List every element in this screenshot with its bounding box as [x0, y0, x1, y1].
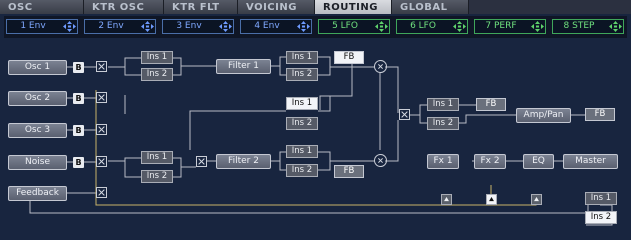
b-button-osc2[interactable]: B — [73, 93, 84, 104]
mute-x-icon[interactable] — [96, 124, 107, 135]
b-button-noise[interactable]: B — [73, 157, 84, 168]
insert-arrow-icon[interactable] — [531, 194, 542, 205]
mute-x-icon[interactable] — [399, 109, 410, 120]
source-osc-2[interactable]: Osc 2 — [8, 91, 67, 106]
source-osc-3[interactable]: Osc 3 — [8, 123, 67, 138]
insert-slot-ins2[interactable]: Ins 2 — [286, 164, 318, 177]
insert-slot-ins2[interactable]: Ins 2 — [286, 117, 318, 130]
filter-1[interactable]: Filter 1 — [216, 59, 271, 74]
insert-slot-ins2[interactable]: Ins 2 — [286, 68, 318, 81]
mute-x-icon[interactable] — [96, 61, 107, 72]
mute-x-icon[interactable] — [196, 156, 207, 167]
amp-pan[interactable]: Amp/Pan — [516, 108, 571, 123]
feedback-button[interactable]: FB — [585, 108, 615, 121]
source-feedback[interactable]: Feedback — [8, 186, 67, 201]
insert-slot-ins2[interactable]: Ins 2 — [427, 117, 459, 130]
feedback-button[interactable]: FB — [334, 51, 364, 64]
feedback-button[interactable]: FB — [334, 165, 364, 178]
fx-1[interactable]: Fx 1 — [427, 154, 459, 169]
mute-x-icon[interactable] — [96, 156, 107, 167]
source-noise[interactable]: Noise — [8, 155, 67, 170]
insert-slot-ins1[interactable]: Ins 1 — [141, 51, 173, 64]
insert-arrow-icon[interactable] — [441, 194, 452, 205]
fx-2[interactable]: Fx 2 — [474, 154, 506, 169]
mute-x-icon[interactable] — [96, 92, 107, 103]
insert-slot-ins1[interactable]: Ins 1 — [286, 51, 318, 64]
feedback-button[interactable]: FB — [476, 98, 506, 111]
insert-slot-ins1[interactable]: Ins 1 — [286, 145, 318, 158]
insert-slot-ins1[interactable]: Ins 1 — [141, 151, 173, 164]
insert-slot-ins2[interactable]: Ins 2 — [141, 170, 173, 183]
eq[interactable]: EQ — [523, 154, 554, 169]
filter-2[interactable]: Filter 2 — [216, 154, 271, 169]
mixer-x-icon — [374, 154, 387, 167]
insert-slot-ins1[interactable]: Ins 1 — [286, 97, 318, 110]
source-osc-1[interactable]: Osc 1 — [8, 60, 67, 75]
mute-x-icon[interactable] — [96, 187, 107, 198]
b-button-osc3[interactable]: B — [73, 125, 84, 136]
insert-slot-ins2[interactable]: Ins 2 — [585, 211, 617, 224]
master[interactable]: Master — [563, 154, 618, 169]
insert-slot-ins2[interactable]: Ins 2 — [141, 68, 173, 81]
b-button-osc1[interactable]: B — [73, 62, 84, 73]
mixer-x-icon — [374, 60, 387, 73]
insert-arrow-icon[interactable] — [486, 194, 497, 205]
insert-slot-ins1[interactable]: Ins 1 — [427, 98, 459, 111]
insert-slot-ins1[interactable]: Ins 1 — [585, 192, 617, 205]
